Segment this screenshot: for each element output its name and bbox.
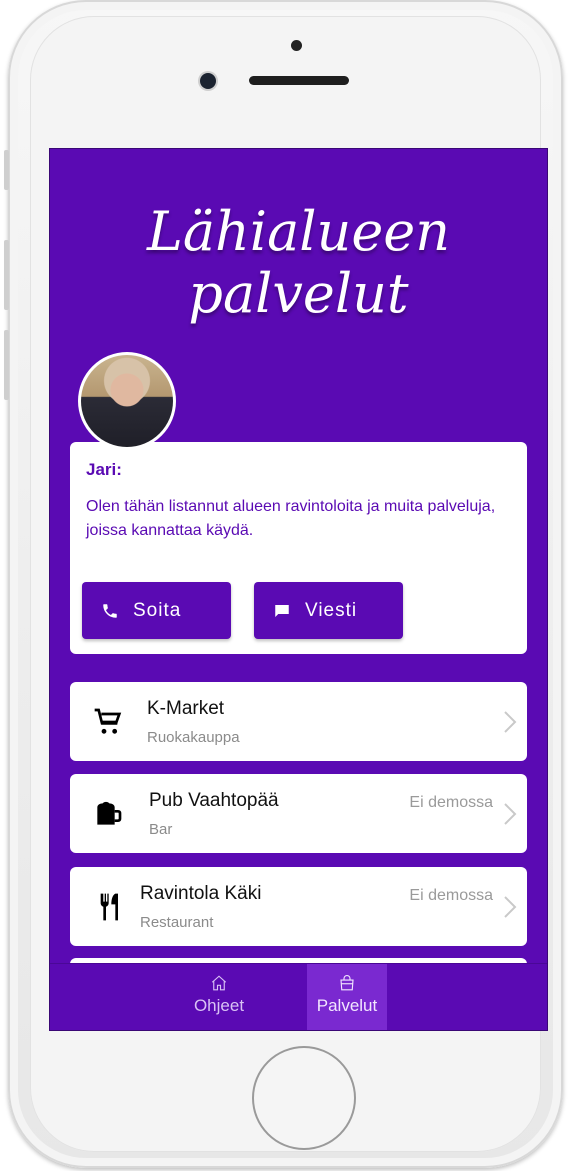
chevron-right-icon (503, 895, 517, 919)
chevron-right-icon (503, 802, 517, 826)
service-item-kmarket[interactable]: K-Market Ruokakauppa (70, 682, 527, 761)
message-button[interactable]: Viesti (254, 582, 403, 639)
host-card: Jari: Olen tähän listannut alueen ravint… (70, 442, 527, 654)
page-title: Lähialueen palvelut (50, 201, 547, 325)
tab-bar: Ohjeet Palvelut (50, 963, 547, 1030)
chevron-right-icon (503, 710, 517, 734)
service-item-pub-vaahtopaa[interactable]: Pub Vaahtopää Bar Ei demossa (70, 774, 527, 853)
app-screen: Lähialueen palvelut Jari: Olen tähän lis… (49, 148, 548, 1031)
page-title-line-1: Lähialueen (146, 200, 451, 263)
service-name: Ravintola Käki (140, 883, 262, 904)
shopping-bag-icon (338, 974, 356, 992)
front-camera (200, 73, 216, 89)
shopping-cart-icon (92, 706, 124, 738)
earpiece-speaker (249, 76, 349, 85)
call-button[interactable]: Soita (82, 582, 231, 639)
side-button-volume-down (4, 330, 9, 400)
service-name: Pub Vaahtopää (149, 790, 279, 811)
service-status: Ei demossa (409, 794, 493, 811)
host-name: Jari: (86, 460, 122, 479)
service-status: Ei demossa (409, 887, 493, 904)
service-category: Bar (149, 821, 173, 838)
home-button[interactable] (252, 1046, 356, 1150)
tab-palvelut[interactable]: Palvelut (307, 964, 387, 1030)
fork-knife-icon (94, 891, 126, 923)
page-title-line-2: palvelut (188, 262, 409, 325)
home-icon (210, 974, 228, 992)
side-button-mute (4, 150, 9, 190)
phone-icon (101, 602, 119, 620)
beer-mug-icon (92, 798, 124, 830)
service-category: Restaurant (140, 914, 214, 931)
service-item-ravintola-kaki[interactable]: Ravintola Käki Restaurant Ei demossa (70, 867, 527, 946)
service-category: Ruokakauppa (147, 729, 240, 746)
host-avatar (78, 352, 176, 450)
tab-ohjeet[interactable]: Ohjeet (179, 964, 259, 1030)
tab-palvelut-label: Palvelut (316, 996, 378, 1015)
tab-ohjeet-label: Ohjeet (193, 996, 245, 1015)
chat-icon (273, 602, 291, 620)
service-name: K-Market (147, 698, 225, 719)
side-button-volume-up (4, 240, 9, 310)
host-photo (81, 355, 173, 447)
proximity-sensor (291, 40, 302, 51)
message-button-label: Viesti (305, 599, 358, 621)
host-message: Olen tähän listannut alueen ravintoloita… (86, 498, 496, 539)
call-button-label: Soita (133, 599, 182, 621)
